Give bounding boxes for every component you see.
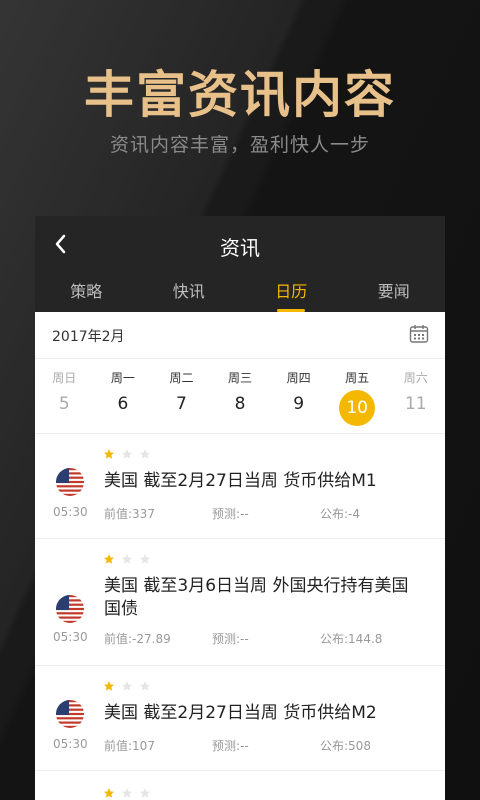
star-empty-icon: [140, 788, 150, 798]
month-header: 2017年2月: [35, 312, 445, 359]
event-previous: 前值:107: [104, 739, 155, 753]
hero-title: 丰富资讯内容: [84, 66, 396, 124]
day-name: 周三: [228, 371, 253, 385]
day-name: 周四: [286, 371, 311, 385]
event-title: 美国 截至3月6日当周 外国央行持有美国国债: [104, 576, 409, 619]
tab-headlines[interactable]: 要闻: [343, 278, 446, 312]
list-item[interactable]: 美国 截至2月27日当周 货币供给M1 05:30 前值:337 预测:-- 公…: [35, 434, 445, 539]
day-date: 6: [117, 394, 129, 414]
star-empty-icon: [122, 788, 132, 798]
day-name: 周五: [345, 371, 370, 385]
day-wednesday[interactable]: 周三 8: [211, 359, 270, 433]
event-title: 美国 截至2月27日当周 货币供给M1: [104, 471, 377, 491]
importance-stars: [103, 680, 151, 692]
event-actual: 公布:508: [320, 739, 371, 753]
us-flag-icon: [56, 595, 84, 623]
day-thursday[interactable]: 周四 9: [269, 359, 328, 433]
star-filled-icon: [104, 554, 114, 564]
day-date: 11: [404, 394, 427, 414]
day-date: 9: [293, 394, 305, 414]
event-forecast: 预测:--: [212, 739, 249, 753]
month-label: 2017年2月: [52, 329, 125, 345]
event-actual: 公布:-4: [320, 507, 361, 521]
day-name: 周一: [110, 371, 135, 385]
star-filled-icon: [104, 681, 114, 691]
event-time: 05:30: [53, 630, 88, 644]
event-actual: 公布:144.8: [320, 632, 383, 646]
calendar-icon[interactable]: [409, 324, 429, 344]
star-empty-icon: [140, 449, 150, 459]
day-name: 周日: [52, 371, 77, 385]
event-time: 05:30: [53, 737, 88, 751]
week-strip: 周日 5 周一 6 周二 7 周三 8 周四 9 周五 10 周六 11: [35, 359, 445, 434]
importance-stars: [103, 448, 151, 460]
day-date: 8: [234, 394, 246, 414]
list-item[interactable]: 美国 截至2月27日当周 货币供给M2 05:30 前值:107 预测:-- 公…: [35, 666, 445, 771]
tab-bar: 策略 快讯 日历 要闻: [35, 278, 445, 312]
day-friday-selected[interactable]: 周五 10: [328, 359, 387, 433]
star-filled-icon: [104, 788, 114, 798]
page-title: 资讯: [220, 236, 260, 260]
star-empty-icon: [140, 681, 150, 691]
event-title: 美国 截至2月27日当周 货币供给M2: [104, 703, 377, 723]
star-empty-icon: [140, 554, 150, 564]
tab-flash-news[interactable]: 快讯: [138, 278, 241, 312]
day-tuesday[interactable]: 周二 7: [152, 359, 211, 433]
hero-subtitle: 资讯内容丰富，盈利快人一步: [109, 134, 370, 156]
list-item[interactable]: [35, 771, 445, 800]
list-item[interactable]: 美国 截至3月6日当周 外国央行持有美国国债 05:30 前值:-27.89 预…: [35, 539, 445, 666]
day-date: 7: [176, 394, 187, 414]
day-sunday[interactable]: 周日 5: [35, 359, 94, 433]
day-monday[interactable]: 周一 6: [94, 359, 153, 433]
star-filled-icon: [104, 449, 114, 459]
event-previous: 前值:337: [104, 507, 155, 521]
event-forecast: 预测:--: [212, 632, 249, 646]
day-saturday[interactable]: 周六 11: [386, 359, 445, 433]
app-bar: 资讯 策略 快讯 日历 要闻: [35, 216, 445, 312]
importance-stars: [103, 553, 151, 565]
day-date: 10: [339, 390, 376, 426]
phone-screen: 资讯 策略 快讯 日历 要闻 2017年2月 周日 5 周一 6 周二 7 周三…: [35, 216, 445, 800]
tab-strategy[interactable]: 策略: [35, 278, 138, 312]
day-name: 周二: [169, 371, 194, 385]
star-empty-icon: [122, 449, 132, 459]
event-previous: 前值:-27.89: [104, 632, 171, 646]
day-date: 5: [58, 394, 70, 414]
day-name: 周六: [403, 371, 428, 385]
tab-calendar[interactable]: 日历: [240, 278, 343, 312]
star-empty-icon: [122, 681, 132, 691]
event-time: 05:30: [53, 505, 88, 519]
event-forecast: 预测:--: [212, 507, 249, 521]
us-flag-icon: [56, 468, 84, 496]
importance-stars: [103, 787, 151, 799]
us-flag-icon: [56, 700, 84, 728]
star-empty-icon: [122, 554, 132, 564]
